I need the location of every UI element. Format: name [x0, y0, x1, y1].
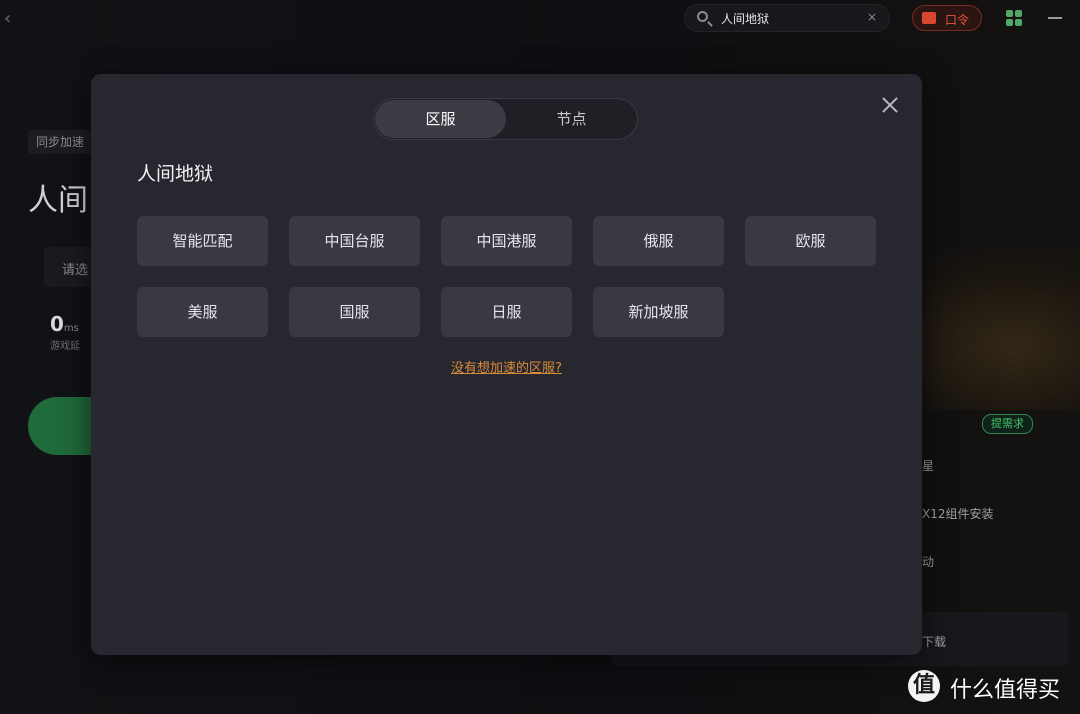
ping-readout: 0ms: [50, 312, 79, 336]
gift-code-icon: [922, 12, 936, 24]
top-bar: ‹ 人间地狱 × 口令: [0, 0, 1080, 36]
search-value: 人间地狱: [721, 12, 770, 26]
ping-label: 游戏延: [50, 341, 80, 352]
clear-search-icon[interactable]: ×: [867, 10, 877, 24]
search-input[interactable]: 人间地狱 ×: [684, 4, 890, 32]
region-button-singapore[interactable]: 新加坡服: [593, 287, 724, 337]
region-button-japan[interactable]: 日服: [441, 287, 572, 337]
ping-value: 0: [50, 312, 64, 336]
side-text: X12组件安装: [922, 507, 994, 521]
region-button-us[interactable]: 美服: [137, 287, 268, 337]
tab-node[interactable]: 节点: [506, 100, 637, 138]
region-button-smart[interactable]: 智能匹配: [137, 216, 268, 266]
close-icon[interactable]: [881, 96, 899, 114]
side-text: 下载: [922, 635, 947, 649]
code-button-label: 口令: [945, 13, 970, 27]
side-text: 动: [922, 555, 935, 569]
tab-switch: 区服 节点: [373, 98, 638, 140]
search-icon: [697, 11, 708, 22]
region-button-cn[interactable]: 国服: [289, 287, 420, 337]
sync-accel-tag: 同步加速: [28, 130, 93, 154]
region-select-dialog: 区服 节点 人间地狱 智能匹配 中国台服 中国港服 俄服 欧服 美服 国服 日服…: [91, 74, 922, 655]
apps-grid-icon[interactable]: [1006, 10, 1022, 26]
region-select-placeholder: 请选: [62, 263, 89, 278]
watermark-text: 什么值得买: [950, 678, 1061, 703]
region-button-europe[interactable]: 欧服: [745, 216, 876, 266]
watermark-logo: 值: [908, 670, 940, 702]
region-button-taiwan[interactable]: 中国台服: [289, 216, 420, 266]
dialog-game-title: 人间地狱: [137, 163, 214, 185]
region-button-russia[interactable]: 俄服: [593, 216, 724, 266]
ping-unit: ms: [63, 323, 79, 334]
missing-region-link[interactable]: 没有想加速的区服?: [91, 357, 922, 376]
tab-region[interactable]: 区服: [375, 100, 506, 138]
request-badge[interactable]: 提需求: [982, 414, 1033, 434]
code-button[interactable]: 口令: [912, 5, 982, 31]
region-button-hongkong[interactable]: 中国港服: [441, 216, 572, 266]
back-chevron-icon[interactable]: ‹: [4, 8, 11, 29]
minimize-icon[interactable]: [1048, 17, 1062, 19]
game-title-behind: 人间: [28, 183, 88, 218]
side-text: 星: [922, 459, 935, 473]
